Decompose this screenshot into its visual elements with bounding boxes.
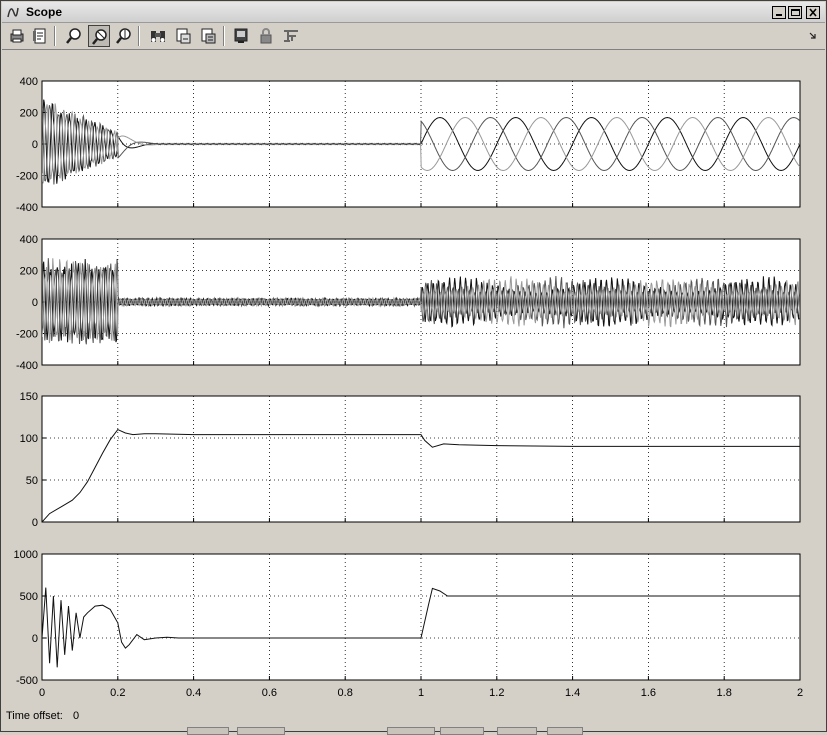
- autoscale-button[interactable]: [147, 25, 169, 47]
- zoom-icon: [66, 28, 81, 44]
- x-tick-label: 0.6: [262, 687, 277, 699]
- dock-arrow-icon: [809, 32, 816, 39]
- x-tick-label: 1.6: [641, 687, 656, 699]
- status-pane: [547, 727, 583, 735]
- status-pane: [237, 727, 285, 735]
- scope-axes[interactable]: -400-2000200400-400-2000200400050100150-…: [2, 50, 825, 707]
- zoom-x-button[interactable]: [88, 25, 110, 47]
- status-pane: [187, 727, 229, 735]
- printer-icon: [10, 29, 24, 43]
- scope-axes-3[interactable]: 0 50 100 150: [20, 391, 801, 529]
- y-tick-label: 0: [32, 139, 38, 151]
- toolbar-separator: [138, 26, 140, 46]
- close-icon: [809, 8, 817, 17]
- scope-axes-1[interactable]: -400 -200 0 200 400: [16, 76, 801, 214]
- x-tick-label: 0.8: [338, 687, 353, 699]
- status-bar: Time offset: 0: [2, 707, 825, 735]
- zoom-button[interactable]: [63, 25, 85, 47]
- y-tick-label: 200: [20, 266, 38, 278]
- y-tick-label: -500: [16, 675, 38, 687]
- scope-app-icon: [6, 5, 20, 19]
- x-tick-label: 0: [39, 687, 45, 699]
- signal-selection-button[interactable]: [280, 25, 302, 47]
- toolbar: [2, 23, 825, 50]
- save-axes-icon: [176, 28, 191, 44]
- x-tick-label: 1.2: [489, 687, 504, 699]
- y-tick-label: 50: [26, 475, 38, 487]
- scope-window: Scope -400 -200 0 200 400 -400 -200 0 20…: [0, 0, 827, 735]
- x-tick-label: 1.4: [565, 687, 580, 699]
- x-tick-label: 0.4: [186, 687, 201, 699]
- y-tick-label: -200: [16, 329, 38, 341]
- status-pane: [387, 727, 435, 735]
- scope-plot-area: -400 -200 0 200 400 -400 -200 0 200 400 0 50 100 150-…: [2, 50, 825, 707]
- floating-scope-icon: [234, 28, 248, 43]
- toolbar-dock-button[interactable]: [805, 25, 819, 47]
- lock-icon: [260, 28, 272, 44]
- status-pane: [440, 727, 484, 735]
- title-bar[interactable]: Scope: [2, 2, 825, 23]
- y-tick-label: -400: [16, 202, 38, 214]
- y-tick-label: -400: [16, 360, 38, 372]
- parameters-button[interactable]: [29, 25, 51, 47]
- y-tick-label: 400: [20, 76, 38, 88]
- y-tick-label: 0: [32, 297, 38, 309]
- save-axes-button[interactable]: [172, 25, 194, 47]
- y-tick-label: 0: [32, 633, 38, 645]
- floating-scope-button[interactable]: [230, 25, 252, 47]
- axes-background: [41, 395, 801, 523]
- axes-background: [41, 553, 801, 681]
- y-tick-label: 1000: [14, 549, 38, 561]
- status-pane: [497, 727, 537, 735]
- y-tick-label: 400: [20, 234, 38, 246]
- minimize-button[interactable]: [772, 6, 786, 19]
- time-offset-value: 0: [73, 710, 80, 722]
- y-tick-label: 0: [32, 517, 38, 529]
- scope-axes-2[interactable]: -400 -200 0 200 400: [16, 234, 801, 372]
- maximize-button[interactable]: [788, 6, 802, 19]
- toolbar-separator: [223, 26, 225, 46]
- y-tick-label: 100: [20, 433, 38, 445]
- scope-axes-4[interactable]: -500050010000 0.2 0.4 0.6 0.8 1 1.2 1.4 1.6 1.8 2: [14, 549, 804, 699]
- maximize-icon: [791, 9, 800, 16]
- window-title: Scope: [26, 5, 63, 19]
- parameters-icon: [33, 28, 46, 44]
- signal-selection-icon: [284, 30, 298, 42]
- minimize-icon: [776, 14, 782, 16]
- zoom-y-icon: [116, 28, 131, 44]
- time-offset-label: Time offset:: [6, 710, 63, 722]
- x-tick-label: 0.2: [110, 687, 125, 699]
- close-button[interactable]: [806, 6, 820, 19]
- y-tick-label: 150: [20, 391, 38, 403]
- print-button[interactable]: [6, 25, 28, 47]
- y-tick-label: 200: [20, 108, 38, 120]
- zoom-x-icon: [92, 29, 107, 45]
- zoom-y-button[interactable]: [113, 25, 135, 47]
- x-tick-label: 2: [797, 687, 803, 699]
- restore-axes-icon: [201, 28, 216, 44]
- lock-axes-button[interactable]: [255, 25, 277, 47]
- binoculars-icon: [151, 31, 165, 42]
- y-tick-label: -200: [16, 171, 38, 183]
- restore-axes-button[interactable]: [197, 25, 219, 47]
- x-tick-label: 1.8: [717, 687, 732, 699]
- y-tick-label: 500: [20, 591, 38, 603]
- x-tick-label: 1: [418, 687, 424, 699]
- toolbar-separator: [54, 26, 56, 46]
